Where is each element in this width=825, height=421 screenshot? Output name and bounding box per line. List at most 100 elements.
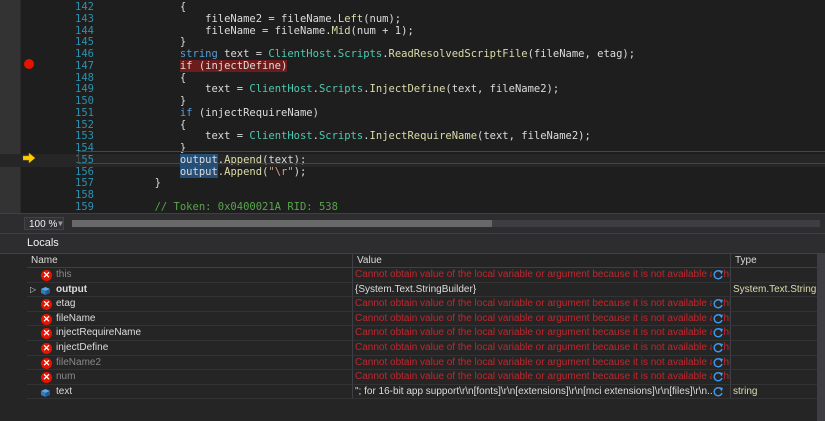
scrollbar-thumb[interactable] bbox=[72, 220, 492, 227]
type-cell[interactable] bbox=[731, 268, 825, 283]
error-icon: ✕ bbox=[41, 357, 52, 369]
error-icon: ✕ bbox=[41, 270, 52, 281]
refresh-icon[interactable] bbox=[712, 356, 724, 369]
variable-name: fileName bbox=[56, 312, 96, 324]
code-token: ClientHost bbox=[249, 130, 313, 143]
locals-grid[interactable]: Name Value Type ✕ this Cannot obtain value… bbox=[0, 254, 825, 421]
value-cell[interactable]: Cannot obtain value of the local variabl… bbox=[353, 297, 731, 312]
code-token: (fileName, etag); bbox=[527, 48, 636, 60]
variable-value: {System.Text.StringBuilder} bbox=[355, 283, 477, 295]
code-token: fileName = fileName. bbox=[104, 24, 332, 37]
type-cell[interactable] bbox=[731, 297, 825, 312]
code-token: (num); bbox=[363, 12, 402, 25]
name-cell[interactable]: ✕ fileName2 bbox=[27, 355, 353, 371]
locals-title: Locals bbox=[27, 237, 59, 249]
locals-row[interactable]: ✕ etag Cannot obtain value of the local va… bbox=[0, 297, 825, 312]
locals-row[interactable]: ✕ injectRequireName Cannot obtain value of… bbox=[0, 326, 825, 341]
code-token: ReadResolvedScriptFile bbox=[388, 48, 528, 60]
column-header-name[interactable]: Name bbox=[27, 254, 353, 268]
expand-arrow-icon[interactable]: ▷ bbox=[30, 283, 36, 297]
code-token: { bbox=[104, 1, 187, 13]
locals-row[interactable]: ✕ fileName Cannot obtain value of the loca… bbox=[0, 311, 825, 327]
code-line[interactable]: 159 // Token: 0x0400021A RID: 538 bbox=[0, 201, 825, 213]
type-cell[interactable] bbox=[731, 370, 825, 385]
value-cell[interactable]: Cannot obtain value of the local variabl… bbox=[353, 355, 731, 371]
vertical-scrollbar[interactable] bbox=[817, 254, 825, 421]
column-header-type[interactable]: Type bbox=[731, 254, 825, 268]
type-cell[interactable]: System.Text.StringBuilder bbox=[731, 282, 825, 298]
type-cell[interactable] bbox=[731, 341, 825, 356]
name-cell[interactable]: ✕ this bbox=[27, 268, 353, 283]
type-cell[interactable] bbox=[731, 326, 825, 341]
variable-type: System.Text.StringBuilder bbox=[733, 283, 824, 295]
refresh-icon[interactable] bbox=[712, 327, 724, 340]
locals-row[interactable]: text "; for 16-bit app support\r\n[fonts]… bbox=[0, 384, 825, 400]
name-cell[interactable]: ✕ injectDefine bbox=[27, 341, 353, 356]
line-number: 159 bbox=[75, 200, 94, 213]
refresh-icon[interactable] bbox=[712, 312, 724, 325]
value-cell[interactable]: {System.Text.StringBuilder} bbox=[353, 282, 731, 298]
value-cell[interactable]: "; for 16-bit app support\r\n[fonts]\r\n… bbox=[353, 384, 731, 400]
code-token: string bbox=[179, 48, 218, 60]
horizontal-scrollbar[interactable] bbox=[72, 220, 820, 227]
value-cell[interactable]: Cannot obtain value of the local variabl… bbox=[353, 370, 731, 385]
value-cell[interactable]: Cannot obtain value of the local variabl… bbox=[353, 326, 731, 341]
code-token: ); bbox=[293, 165, 307, 178]
refresh-icon[interactable] bbox=[712, 342, 724, 354]
name-cell[interactable]: ✕ fileName bbox=[27, 311, 353, 327]
name-cell[interactable]: text bbox=[27, 384, 353, 400]
refresh-icon[interactable] bbox=[712, 385, 724, 398]
code-editor[interactable]: 142 {143 fileName2 = fileName.Left(num);… bbox=[0, 0, 825, 213]
locals-row[interactable]: ✕ num Cannot obtain value of the local var… bbox=[0, 370, 825, 385]
locals-row[interactable]: ✕ injectDefine Cannot obtain value of the … bbox=[0, 341, 825, 356]
name-cell[interactable]: ▷ output bbox=[27, 282, 353, 298]
object-icon bbox=[41, 286, 50, 295]
name-cell[interactable]: ✕ injectRequireName bbox=[27, 326, 353, 341]
code-token: (text, fileName2); bbox=[477, 130, 591, 143]
variable-name: num bbox=[56, 371, 76, 383]
type-cell[interactable]: string bbox=[731, 384, 825, 400]
variable-name: output bbox=[56, 283, 88, 295]
breakpoint-icon[interactable] bbox=[24, 59, 34, 69]
variable-value: Cannot obtain value of the local variabl… bbox=[355, 371, 730, 383]
error-icon: ✕ bbox=[41, 328, 52, 340]
code-token: Left bbox=[337, 12, 364, 25]
variable-name: injectDefine bbox=[56, 342, 109, 353]
locals-row[interactable]: ✕ fileName2 Cannot obtain value of the loc… bbox=[0, 355, 825, 371]
code-token: text = bbox=[217, 48, 269, 60]
refresh-icon[interactable] bbox=[712, 298, 724, 311]
code-token: } bbox=[104, 177, 161, 190]
code-token: // Token: 0x0400021A RID: 538 bbox=[154, 200, 338, 213]
value-cell[interactable]: Cannot obtain value of the local variabl… bbox=[353, 311, 731, 327]
value-cell[interactable]: Cannot obtain value of the local variabl… bbox=[353, 268, 731, 283]
variable-name: text bbox=[56, 385, 73, 397]
code-token: output bbox=[179, 165, 218, 178]
locals-row[interactable]: ✕ this Cannot obtain value of the local va… bbox=[0, 268, 825, 283]
code-token: } bbox=[104, 36, 187, 49]
value-cell[interactable]: Cannot obtain value of the local variabl… bbox=[353, 341, 731, 356]
error-icon: ✕ bbox=[41, 313, 52, 325]
code-token: InjectDefine bbox=[369, 83, 446, 96]
code-token: (injectRequireName) bbox=[192, 106, 319, 119]
refresh-icon[interactable] bbox=[712, 269, 724, 281]
type-cell[interactable] bbox=[731, 355, 825, 371]
code-token: { bbox=[104, 118, 187, 131]
code-text[interactable]: // Token: 0x0400021A RID: 538 bbox=[104, 201, 338, 213]
type-cell[interactable] bbox=[731, 311, 825, 327]
current-statement-arrow-icon[interactable] bbox=[23, 153, 35, 163]
refresh-icon[interactable] bbox=[712, 371, 724, 384]
zoom-value: 100 % bbox=[29, 219, 58, 230]
code-token: "\r" bbox=[268, 165, 294, 178]
chevron-down-icon[interactable]: ▼ bbox=[58, 217, 63, 231]
code-token: if (injectDefine) bbox=[179, 59, 288, 72]
column-header-value[interactable]: Value bbox=[353, 254, 731, 268]
name-cell[interactable]: ✕ num bbox=[27, 370, 353, 385]
locals-row[interactable]: ▷ output {System.Text.StringBuilder} System… bbox=[0, 282, 825, 298]
name-cell[interactable]: ✕ etag bbox=[27, 297, 353, 312]
variable-name: fileName2 bbox=[56, 356, 102, 368]
code-token: } bbox=[104, 95, 187, 107]
code-token: (text, fileName2); bbox=[445, 83, 560, 96]
code-token: Scripts bbox=[337, 48, 383, 60]
